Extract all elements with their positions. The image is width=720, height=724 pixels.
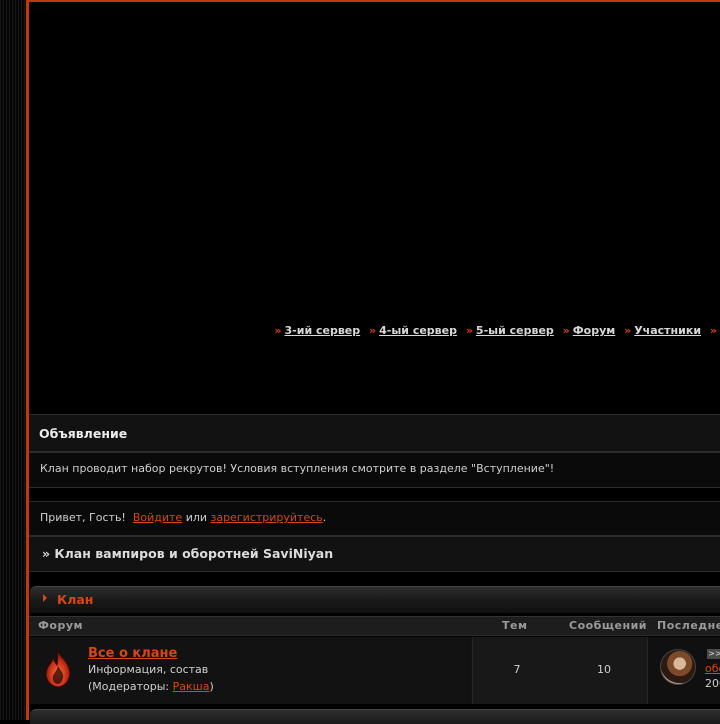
- forum-link-about-clan[interactable]: Все о клане: [88, 646, 177, 661]
- category-header[interactable]: Клан: [30, 586, 720, 613]
- nav-separator-icon: »: [274, 324, 282, 337]
- nav-separator-icon: »: [562, 324, 570, 337]
- forum-moderators: (Модераторы: Ракша): [88, 680, 214, 693]
- next-category-header[interactable]: [30, 709, 720, 724]
- forum-description: Информация, состав: [88, 663, 209, 676]
- announcement-header: [29, 414, 720, 452]
- forum-row: Все о клане Информация, состав (Модерато…: [29, 637, 720, 704]
- col-posts: Сообщений: [569, 619, 648, 632]
- header-banner: » 3-ий сервер » 4-ый сервер » 5-ый сервер »…: [29, 2, 720, 400]
- left-decor-stripes: [0, 0, 26, 720]
- nav-link-server5[interactable]: 5-ый сервер: [476, 324, 554, 337]
- nav-link-forum[interactable]: Форум: [573, 324, 616, 337]
- nav-separator-icon: »: [369, 324, 377, 337]
- announcement-text: Клан проводит набор рекрутов! Условия вс…: [40, 462, 555, 475]
- main-nav: » 3-ий сервер » 4-ый сервер » 5-ый сервер »…: [269, 324, 720, 337]
- topics-count: 7: [513, 663, 521, 676]
- goto-last-post-icon[interactable]: >>: [707, 649, 720, 659]
- fire-icon: [45, 650, 71, 688]
- greeting-suffix: .: [322, 511, 327, 524]
- moderator-link[interactable]: Ракша: [173, 680, 210, 693]
- col-topics: Тем: [502, 619, 528, 632]
- category-title[interactable]: Клан: [57, 592, 93, 607]
- announcement-title: Объявление: [39, 426, 128, 441]
- nav-link-members[interactable]: Участники: [634, 324, 701, 337]
- moderators-prefix: (Модераторы:: [88, 680, 173, 693]
- greeting: Привет, Гость! Войдите или зарегистрируй…: [40, 511, 326, 524]
- greeting-or: или: [185, 511, 208, 524]
- nav-link-server3[interactable]: 3-ий сервер: [285, 324, 361, 337]
- greeting-prefix: Привет, Гость!: [40, 511, 126, 524]
- register-link[interactable]: зарегистрируйтесь: [211, 511, 323, 524]
- nav-link-server4[interactable]: 4-ый сервер: [379, 324, 457, 337]
- nav-separator-icon: »: [624, 324, 632, 337]
- forum-topics-cell: 7: [472, 637, 562, 704]
- last-post-link[interactable]: обо: [705, 662, 720, 675]
- forum-last-post-cell: >> обо 200: [648, 637, 720, 704]
- moderators-suffix: ): [209, 680, 214, 693]
- forum-column-headers: Форум Тем Сообщений Последнее: [29, 616, 720, 636]
- login-link[interactable]: Войдите: [133, 511, 182, 524]
- col-forum: Форум: [38, 619, 84, 632]
- nav-separator-icon: »: [465, 324, 473, 337]
- forum-title: » Клан вампиров и оборотней SaviNiyan: [42, 546, 334, 561]
- forum-posts-cell: 10: [561, 637, 648, 704]
- avatar[interactable]: [660, 649, 696, 685]
- posts-count: 10: [597, 663, 611, 676]
- last-post-date: 200: [705, 677, 720, 690]
- category-arrow-icon: [43, 594, 47, 602]
- forum-main-cell: Все о клане Информация, состав (Модерато…: [29, 637, 471, 704]
- nav-separator-icon: »: [709, 324, 717, 337]
- col-last: Последнее: [657, 619, 720, 632]
